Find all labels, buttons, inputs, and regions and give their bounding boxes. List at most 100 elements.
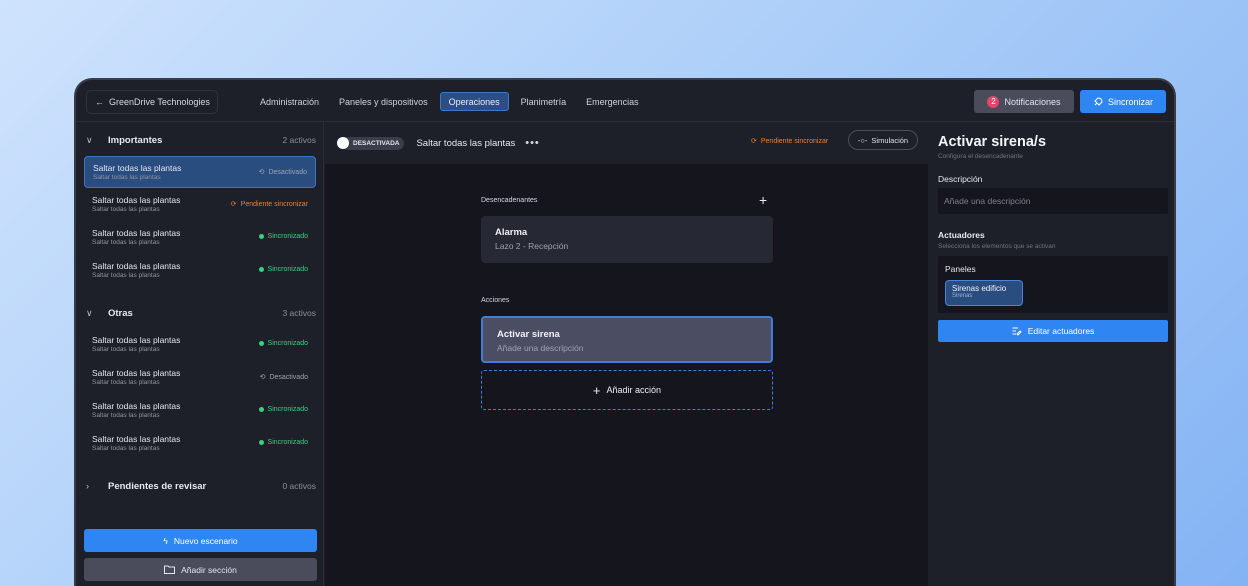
section-header-pendientes[interactable]: › Pendientes de revisar 0 activos bbox=[76, 474, 324, 498]
sync-button[interactable]: Sincronizar bbox=[1080, 90, 1166, 113]
action-sub: Añade una descripción bbox=[497, 343, 584, 353]
actuator-chip[interactable]: Sirenas edificio Sirenas bbox=[945, 280, 1023, 306]
item-sub: Saltar todas las plantas bbox=[92, 272, 160, 279]
more-options-icon[interactable]: ••• bbox=[525, 137, 540, 149]
sync-icon: ⟳ bbox=[751, 138, 757, 145]
chevron-down-icon: ∨ bbox=[86, 307, 93, 318]
edit-list-icon bbox=[1012, 327, 1022, 336]
section-header-otras[interactable]: ∨ Otras 3 activos bbox=[76, 301, 324, 325]
section-title: Pendientes de revisar bbox=[108, 480, 207, 492]
pending-status: ⟳ Pendiente sincronizar bbox=[751, 137, 829, 146]
add-section-label: Añadir sección bbox=[181, 564, 237, 575]
add-section-button[interactable]: Añadir sección bbox=[84, 558, 317, 581]
panel-subtitle: Configura el desencadenante bbox=[938, 153, 1023, 160]
list-item[interactable]: Saltar todas las plantas Saltar todas la… bbox=[84, 329, 316, 361]
status-badge: Sincronizado bbox=[258, 340, 308, 347]
section-title: Otras bbox=[108, 307, 133, 319]
app-window: ← GreenDrive Technologies Administración… bbox=[74, 78, 1176, 586]
edit-actuators-button[interactable]: Editar actuadores bbox=[938, 320, 1168, 342]
bolt-icon: ϟ bbox=[163, 535, 168, 546]
company-name: GreenDrive Technologies bbox=[109, 97, 210, 107]
list-item[interactable]: Saltar todas las plantas Saltar todas la… bbox=[84, 222, 316, 254]
rocket-icon bbox=[1094, 96, 1103, 106]
simulation-button[interactable]: -○- Simulación bbox=[848, 130, 918, 150]
tab-operaciones[interactable]: Operaciones bbox=[439, 92, 509, 111]
status-dot-icon bbox=[258, 234, 264, 239]
description-label: Descripción bbox=[938, 174, 983, 184]
item-sub: Saltar todas las plantas bbox=[92, 445, 160, 452]
status-dot-icon bbox=[258, 267, 264, 272]
trigger-title: Alarma bbox=[495, 227, 528, 238]
arrow-left-icon: ← bbox=[95, 97, 104, 107]
tab-administracion[interactable]: Administración bbox=[252, 92, 327, 111]
chevron-right-icon: › bbox=[86, 481, 89, 491]
notifications-badge: 2 bbox=[987, 95, 1000, 108]
scenario-header: DESACTIVADA Saltar todas las plantas •••… bbox=[325, 122, 928, 164]
status-badge: ⟲ Desactivado bbox=[258, 168, 307, 177]
sync-label: Sincronizar bbox=[1107, 96, 1154, 107]
actuators-label: Actuadores bbox=[938, 230, 985, 240]
new-scenario-label: Nuevo escenario bbox=[173, 535, 238, 546]
status-dot-icon bbox=[258, 440, 264, 445]
status-badge: Sincronizado bbox=[258, 233, 308, 240]
tab-paneles[interactable]: Paneles y dispositivos bbox=[331, 92, 436, 111]
trigger-sub: Lazo 2 - Recepción bbox=[495, 241, 569, 251]
main-nav: Administración Paneles y dispositivos Op… bbox=[252, 92, 647, 111]
item-sub: Saltar todas las plantas bbox=[92, 239, 160, 246]
actuators-subtitle: Selecciona los elementos que se activan bbox=[938, 243, 1056, 250]
tab-planimetria[interactable]: Planimetría bbox=[513, 92, 575, 111]
panels-label: Paneles bbox=[945, 264, 976, 274]
chip-sub: Sirenas bbox=[952, 293, 973, 299]
list-item[interactable]: Saltar todas las plantas Saltar todas la… bbox=[84, 255, 316, 287]
description-input[interactable]: Añade una descripción bbox=[938, 188, 1168, 214]
section-count: 3 activos bbox=[282, 308, 316, 318]
details-panel: Activar sirena/s Configura el desencaden… bbox=[929, 122, 1174, 586]
status-badge: ⟲ Desactivado bbox=[259, 373, 308, 382]
panels-box: Paneles Sirenas edificio Sirenas bbox=[938, 256, 1168, 313]
scenario-editor: DESACTIVADA Saltar todas las plantas •••… bbox=[325, 122, 928, 586]
status-dot-icon bbox=[258, 407, 264, 412]
action-card[interactable]: Activar sirena Añade una descripción bbox=[481, 316, 773, 363]
status-badge: Sincronizado bbox=[258, 439, 308, 446]
section-count: 0 activos bbox=[282, 481, 316, 491]
panel-title: Activar sirena/s bbox=[938, 134, 1047, 150]
sync-off-icon: ⟲ bbox=[259, 374, 266, 381]
status-badge: Sincronizado bbox=[258, 406, 308, 413]
scenario-title: Saltar todas las plantas bbox=[416, 137, 516, 149]
trigger-card[interactable]: Alarma Lazo 2 - Recepción bbox=[481, 216, 773, 263]
status-badge: ⟳ Pendiente sincronizar bbox=[230, 200, 308, 209]
list-item[interactable]: Saltar todas las plantas Saltar todas la… bbox=[84, 362, 316, 394]
section-header-importantes[interactable]: ∨ Importantes 2 activos bbox=[76, 128, 324, 152]
new-scenario-button[interactable]: ϟ Nuevo escenario bbox=[84, 529, 317, 552]
add-trigger-icon[interactable]: + bbox=[759, 193, 767, 207]
item-sub: Saltar todas las plantas bbox=[92, 412, 160, 419]
tab-emergencias[interactable]: Emergencias bbox=[578, 92, 647, 111]
add-action-button[interactable]: + Añadir acción bbox=[481, 370, 773, 410]
commit-icon: -○- bbox=[857, 135, 868, 145]
notifications-button[interactable]: 2 Notificaciones bbox=[974, 90, 1074, 113]
list-item[interactable]: Saltar todas las plantas Saltar todas la… bbox=[84, 428, 316, 460]
list-item[interactable]: Saltar todas las plantas Saltar todas la… bbox=[84, 395, 316, 427]
list-item[interactable]: Saltar todas las plantas Saltar todas la… bbox=[84, 189, 316, 221]
top-bar: ← GreenDrive Technologies Administración… bbox=[76, 80, 1174, 122]
sync-icon: ⟳ bbox=[230, 201, 237, 208]
folder-icon bbox=[164, 565, 176, 574]
state-pill: DESACTIVADA bbox=[341, 136, 405, 150]
edit-actuators-label: Editar actuadores bbox=[1027, 326, 1095, 336]
chevron-down-icon: ∨ bbox=[86, 134, 93, 145]
actions-label: Acciones bbox=[481, 297, 510, 304]
add-action-label: Añadir acción bbox=[606, 385, 662, 395]
state-toggle[interactable] bbox=[337, 137, 349, 149]
status-badge: Sincronizado bbox=[258, 266, 308, 273]
notifications-label: Notificaciones bbox=[1004, 96, 1061, 107]
action-title: Activar sirena bbox=[497, 329, 560, 340]
section-count: 2 activos bbox=[282, 135, 316, 145]
sidebar: ∨ Importantes 2 activos Saltar todas las… bbox=[76, 122, 324, 586]
company-back-button[interactable]: ← GreenDrive Technologies bbox=[86, 90, 218, 114]
triggers-label: Desencadenantes bbox=[481, 197, 538, 204]
plus-icon: + bbox=[592, 382, 601, 398]
item-sub: Saltar todas las plantas bbox=[92, 346, 160, 353]
list-item[interactable]: Saltar todas las plantas Saltar todas la… bbox=[84, 156, 316, 188]
sync-off-icon: ⟲ bbox=[258, 169, 265, 176]
section-title: Importantes bbox=[108, 134, 163, 146]
